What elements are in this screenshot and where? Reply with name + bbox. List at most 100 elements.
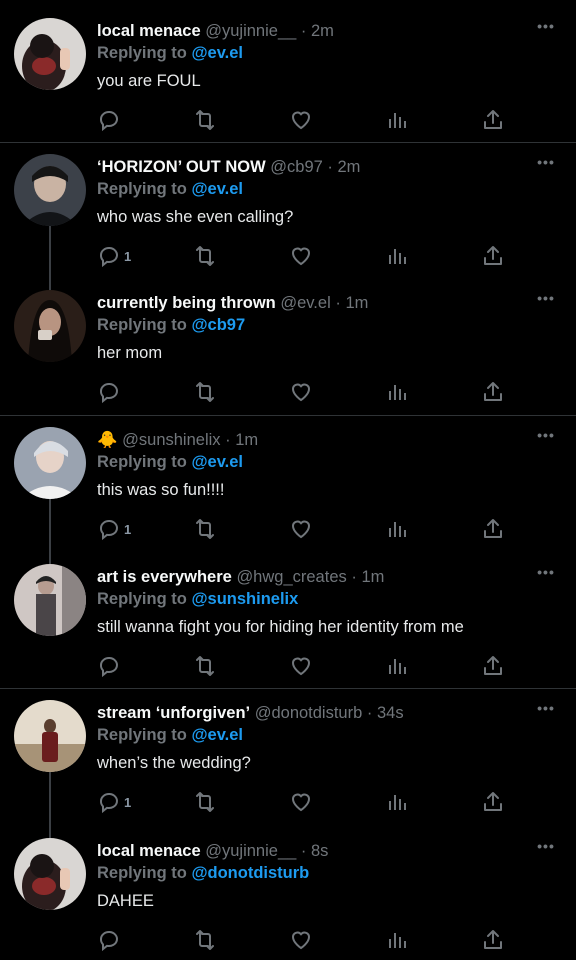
- replying-to: Replying to @ev.el: [97, 42, 243, 64]
- retweet-button[interactable]: [193, 242, 217, 270]
- tweet-text: DAHEE: [97, 892, 154, 910]
- avatar[interactable]: [14, 564, 86, 636]
- retweet-button[interactable]: [193, 515, 217, 543]
- tweet[interactable]: art is everywhere @hwg_creates · 1m ••• …: [0, 564, 576, 688]
- views-button[interactable]: [385, 788, 409, 816]
- user-handle[interactable]: @hwg_creates: [236, 568, 346, 586]
- user-handle[interactable]: @cb97: [270, 158, 323, 176]
- replying-to-handle[interactable]: @donotdisturb: [191, 864, 309, 882]
- tweet[interactable]: local menace @yujinnie__ · 8s ••• Replyi…: [0, 838, 576, 960]
- views-button[interactable]: [385, 515, 409, 543]
- more-icon[interactable]: •••: [534, 18, 558, 40]
- views-button[interactable]: [385, 378, 409, 406]
- replying-to-handle[interactable]: @ev.el: [191, 726, 243, 744]
- tweet[interactable]: local menace @yujinnie__ · 2m ••• Replyi…: [0, 18, 576, 142]
- share-button[interactable]: [481, 378, 505, 406]
- avatar[interactable]: [14, 154, 86, 226]
- user-handle[interactable]: @yujinnie__: [205, 22, 296, 40]
- reply-button[interactable]: 1: [97, 788, 131, 816]
- reply-button[interactable]: 1: [97, 515, 131, 543]
- replying-to-handle[interactable]: @ev.el: [191, 44, 243, 62]
- views-icon: [389, 522, 406, 537]
- timestamp[interactable]: 2m: [337, 158, 360, 176]
- timestamp[interactable]: 8s: [311, 842, 328, 860]
- display-name[interactable]: ‘HORIZON’ OUT NOW: [97, 158, 266, 176]
- user-handle[interactable]: @sunshinelix: [122, 431, 220, 449]
- tweet[interactable]: stream ‘unforgiven’ @donotdisturb · 34s …: [0, 700, 576, 838]
- retweet-button[interactable]: [193, 378, 217, 406]
- views-button[interactable]: [385, 926, 409, 954]
- tweet-actions: [97, 926, 517, 954]
- share-button[interactable]: [481, 926, 505, 954]
- display-name[interactable]: local menace: [97, 22, 201, 40]
- display-name[interactable]: 🐥: [97, 431, 118, 449]
- retweet-button[interactable]: [193, 788, 217, 816]
- separator-dot: ·: [335, 294, 341, 312]
- replying-to-handle[interactable]: @ev.el: [191, 180, 243, 198]
- timestamp[interactable]: 1m: [345, 294, 368, 312]
- share-button[interactable]: [481, 106, 505, 134]
- share-icon: [484, 519, 502, 538]
- display-name[interactable]: stream ‘unforgiven’: [97, 704, 250, 722]
- views-button[interactable]: [385, 242, 409, 270]
- timestamp[interactable]: 2m: [311, 22, 334, 40]
- like-button[interactable]: [289, 788, 313, 816]
- avatar[interactable]: [14, 700, 86, 772]
- share-button[interactable]: [481, 788, 505, 816]
- reply-button[interactable]: 1: [97, 242, 131, 270]
- more-icon[interactable]: •••: [534, 838, 558, 860]
- timestamp[interactable]: 1m: [361, 568, 384, 586]
- separator-dot: ·: [225, 431, 231, 449]
- like-button[interactable]: [289, 106, 313, 134]
- display-name[interactable]: local menace: [97, 842, 201, 860]
- more-icon[interactable]: •••: [534, 154, 558, 176]
- share-button[interactable]: [481, 242, 505, 270]
- display-name[interactable]: currently being thrown: [97, 294, 276, 312]
- like-button[interactable]: [289, 926, 313, 954]
- timestamp[interactable]: 34s: [377, 704, 404, 722]
- display-name[interactable]: art is everywhere: [97, 568, 232, 586]
- replying-to-handle[interactable]: @cb97: [191, 316, 245, 334]
- user-handle[interactable]: @ev.el: [280, 294, 330, 312]
- more-icon[interactable]: •••: [534, 290, 558, 312]
- share-button[interactable]: [481, 515, 505, 543]
- like-button[interactable]: [289, 652, 313, 680]
- views-button[interactable]: [385, 106, 409, 134]
- avatar[interactable]: [14, 427, 86, 499]
- avatar[interactable]: [14, 18, 86, 90]
- replying-to-handle[interactable]: @ev.el: [191, 453, 243, 471]
- tweet-actions: 1: [97, 788, 517, 816]
- reply-button[interactable]: [97, 106, 124, 134]
- views-button[interactable]: [385, 652, 409, 680]
- views-icon: [389, 113, 406, 128]
- reply-button[interactable]: [97, 652, 124, 680]
- like-button[interactable]: [289, 242, 313, 270]
- reply-icon: [100, 657, 118, 678]
- more-icon[interactable]: •••: [534, 700, 558, 722]
- replying-to-handle[interactable]: @sunshinelix: [191, 590, 298, 608]
- tweet-header: local menace @yujinnie__ · 2m: [97, 20, 334, 42]
- heart-icon: [291, 111, 311, 130]
- like-button[interactable]: [289, 378, 313, 406]
- share-button[interactable]: [481, 652, 505, 680]
- reply-button[interactable]: [97, 378, 124, 406]
- user-handle[interactable]: @yujinnie__: [205, 842, 296, 860]
- tweet[interactable]: currently being thrown @ev.el · 1m ••• R…: [0, 290, 576, 415]
- share-icon: [484, 792, 502, 811]
- avatar[interactable]: [14, 290, 86, 362]
- reply-button[interactable]: [97, 926, 124, 954]
- user-handle[interactable]: @donotdisturb: [255, 704, 363, 722]
- retweet-button[interactable]: [193, 106, 217, 134]
- like-button[interactable]: [289, 515, 313, 543]
- more-icon[interactable]: •••: [534, 427, 558, 449]
- tweet[interactable]: ‘HORIZON’ OUT NOW @cb97 · 2m ••• Replyin…: [0, 154, 576, 290]
- retweet-button[interactable]: [193, 926, 217, 954]
- retweet-button[interactable]: [193, 652, 217, 680]
- more-icon[interactable]: •••: [534, 564, 558, 586]
- tweet[interactable]: 🐥 @sunshinelix · 1m ••• Replying to @ev.…: [0, 427, 576, 564]
- timestamp[interactable]: 1m: [235, 431, 258, 449]
- retweet-icon: [196, 246, 214, 266]
- heart-icon: [291, 793, 311, 812]
- avatar[interactable]: [14, 838, 86, 910]
- share-icon: [484, 110, 502, 129]
